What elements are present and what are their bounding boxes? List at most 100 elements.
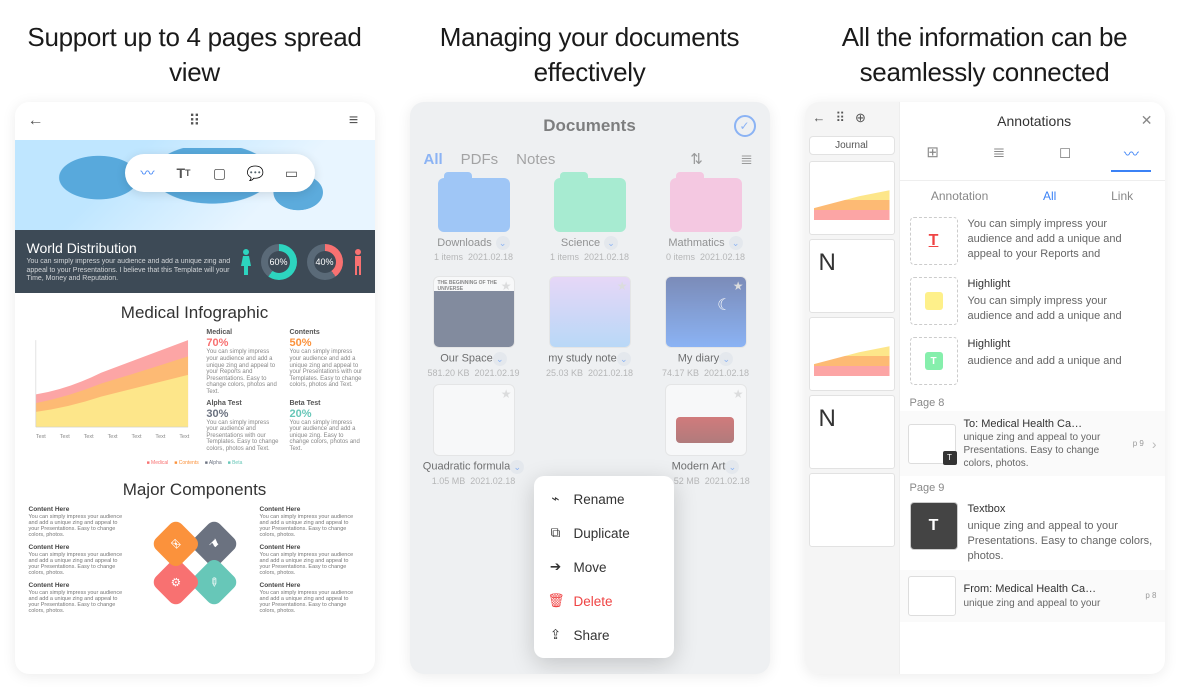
image-tool-icon[interactable]: ▢ bbox=[207, 160, 233, 186]
trash-icon: 🗑 bbox=[548, 593, 564, 609]
folders-grid: Downloads⌄ 1 items 2021.02.18 Science⌄ 1… bbox=[410, 178, 770, 262]
filter-icon[interactable]: ⇅ bbox=[688, 150, 706, 168]
chevron-down-icon[interactable]: ⌄ bbox=[729, 236, 743, 250]
view-scribble-icon[interactable]: 〰 bbox=[1111, 143, 1151, 172]
svg-text:Text: Text bbox=[131, 434, 141, 440]
chevron-down-icon[interactable]: ⌄ bbox=[493, 352, 507, 366]
annotation-item[interactable]: T Highlightaudience and add a unique and bbox=[900, 331, 1165, 391]
doc-quadratic[interactable]: ★ Quadratic formula⌄ 1.05 MB 2021.02.18 bbox=[418, 384, 530, 486]
scribble-icon[interactable]: 〰 bbox=[135, 160, 161, 186]
star-icon[interactable]: ★ bbox=[617, 279, 628, 293]
page-thumb-2[interactable]: N bbox=[809, 239, 895, 313]
menu-icon[interactable]: ≡ bbox=[345, 112, 363, 130]
headline-1: Support up to 4 pages spread view bbox=[0, 0, 389, 102]
link-item-to[interactable]: T To: Medical Health Ca…unique zing and … bbox=[900, 411, 1165, 476]
section-title-infographic: Medical Infographic bbox=[15, 293, 375, 329]
folder-downloads[interactable]: Downloads⌄ 1 items 2021.02.18 bbox=[418, 178, 530, 262]
annotation-item-textbox[interactable]: T Textboxunique zing and appeal to your … bbox=[900, 496, 1165, 569]
duplicate-icon: ⧉ bbox=[548, 525, 564, 541]
chevron-down-icon[interactable]: ⌄ bbox=[617, 352, 631, 366]
person-female-icon bbox=[241, 249, 251, 275]
close-icon[interactable]: ✕ bbox=[1141, 112, 1153, 129]
diamond-sq-4: ✉ bbox=[150, 519, 201, 570]
comment-icon[interactable]: 💬 bbox=[243, 160, 269, 186]
list-view-icon[interactable]: ≣ bbox=[738, 150, 756, 168]
star-icon[interactable]: ★ bbox=[733, 279, 744, 293]
page-thumb-4[interactable]: N bbox=[809, 395, 895, 469]
folder-mathmatics[interactable]: Mathmatics⌄ 0 items 2021.02.18 bbox=[650, 178, 762, 262]
headline-3: All the information can be seamlessly co… bbox=[790, 0, 1179, 102]
back-icon[interactable]: ← bbox=[813, 110, 826, 126]
panel-title: Annotations bbox=[997, 113, 1071, 129]
annotation-item[interactable]: T You can simply impress your audience a… bbox=[900, 211, 1165, 271]
chevron-down-icon[interactable]: ⌄ bbox=[725, 460, 739, 474]
tab-notes[interactable]: Notes bbox=[516, 151, 555, 168]
page-thumb-5[interactable] bbox=[809, 473, 895, 547]
components-text-right: Content HereYou can simply impress your … bbox=[260, 506, 361, 620]
chevron-down-icon[interactable]: ⌄ bbox=[719, 352, 733, 366]
svg-text:Text: Text bbox=[35, 434, 45, 440]
doc-modern-art[interactable]: ★ Modern Art⌄ 59.52 MB 2021.02.18 bbox=[650, 384, 762, 486]
rename-icon: ⌁ bbox=[548, 491, 564, 507]
chevron-right-icon: › bbox=[1152, 436, 1157, 452]
subtab-all[interactable]: All bbox=[1043, 189, 1056, 203]
star-icon[interactable]: ★ bbox=[501, 387, 512, 401]
menu-rename[interactable]: ⌁Rename bbox=[534, 482, 674, 516]
note-icon[interactable]: ▭ bbox=[279, 160, 305, 186]
page-header-8: Page 8 bbox=[900, 391, 1165, 411]
menu-duplicate[interactable]: ⧉Duplicate bbox=[534, 516, 674, 550]
tab-pdfs[interactable]: PDFs bbox=[461, 151, 499, 168]
view-bookmark-icon[interactable]: ◻ bbox=[1045, 143, 1085, 172]
back-icon[interactable]: ← bbox=[27, 112, 45, 130]
textbox-thumb: T bbox=[910, 502, 958, 550]
view-list-icon[interactable]: ≣ bbox=[979, 143, 1019, 172]
text-badge-icon: T bbox=[943, 451, 957, 465]
folder-science[interactable]: Science⌄ 1 items 2021.02.18 bbox=[534, 178, 646, 262]
view-grid-icon[interactable]: ⊞ bbox=[913, 143, 953, 172]
svg-text:Text: Text bbox=[155, 434, 165, 440]
world-subtitle: You can simply impress your audience and… bbox=[27, 258, 231, 283]
svg-text:Text: Text bbox=[179, 434, 189, 440]
annotation-view-tabs: ⊞ ≣ ◻ 〰 bbox=[900, 139, 1165, 181]
subtab-link[interactable]: Link bbox=[1111, 189, 1133, 203]
text-tool-icon[interactable]: TT bbox=[171, 160, 197, 186]
link-item-from[interactable]: From: Medical Health Ca…unique zing and … bbox=[900, 570, 1165, 622]
screen-spread-view: ← ⠿ ≡ 〰 TT ▢ 💬 ▭ World Distribution You … bbox=[15, 102, 375, 674]
page-thumb-1[interactable] bbox=[809, 161, 895, 235]
person-male-icon bbox=[353, 249, 363, 275]
grid-icon[interactable]: ⠿ bbox=[836, 110, 846, 126]
doc-preview-pane: ← ⠿ ⊕ Journal N N bbox=[805, 102, 900, 674]
annotation-thumb: T bbox=[910, 337, 958, 385]
add-icon[interactable]: ⊕ bbox=[855, 110, 866, 126]
floating-toolbar: 〰 TT ▢ 💬 ▭ bbox=[125, 154, 315, 192]
page-thumb-3[interactable] bbox=[809, 317, 895, 391]
svg-text:Text: Text bbox=[83, 434, 93, 440]
doc-thumbnail: ★ bbox=[433, 276, 515, 348]
svg-text:Text: Text bbox=[59, 434, 69, 440]
area-chart: Text Text Text Text Text Text Text bbox=[25, 329, 199, 449]
menu-delete[interactable]: 🗑Delete bbox=[534, 584, 674, 618]
doc-study-note[interactable]: ★ my study note⌄ 25.03 KB 2021.02.18 bbox=[534, 276, 646, 378]
doc-my-diary[interactable]: ★ My diary⌄ 74.17 KB 2021.02.18 bbox=[650, 276, 762, 378]
select-mode-toggle[interactable]: ✓ bbox=[734, 115, 756, 137]
chart-legend: Medical Contents Alpha Beta bbox=[15, 460, 375, 470]
subtab-annotation[interactable]: Annotation bbox=[931, 189, 988, 203]
link-thumb: T bbox=[908, 424, 956, 464]
menu-share[interactable]: ⇪Share bbox=[534, 618, 674, 652]
doc-our-space[interactable]: ★ Our Space⌄ 581.20 KB 2021.02.19 bbox=[418, 276, 530, 378]
donut-1: 60% bbox=[261, 244, 297, 280]
page-label: p 9 bbox=[1133, 439, 1144, 448]
chevron-down-icon[interactable]: ⌄ bbox=[604, 236, 618, 250]
grid-icon[interactable]: ⠿ bbox=[186, 112, 204, 130]
chevron-down-icon[interactable]: ⌄ bbox=[496, 236, 510, 250]
context-menu: ⌁Rename ⧉Duplicate ➔Move 🗑Delete ⇪Share bbox=[534, 476, 674, 658]
menu-move[interactable]: ➔Move bbox=[534, 550, 674, 584]
annotation-thumb bbox=[910, 277, 958, 325]
annotation-item[interactable]: HighlightYou can simply impress your aud… bbox=[900, 271, 1165, 331]
tab-all[interactable]: All bbox=[424, 151, 443, 168]
chevron-down-icon[interactable]: ⌄ bbox=[510, 460, 524, 474]
svg-text:Text: Text bbox=[107, 434, 117, 440]
star-icon[interactable]: ★ bbox=[501, 279, 512, 293]
journal-tab[interactable]: Journal bbox=[809, 136, 895, 155]
star-icon[interactable]: ★ bbox=[733, 387, 744, 401]
